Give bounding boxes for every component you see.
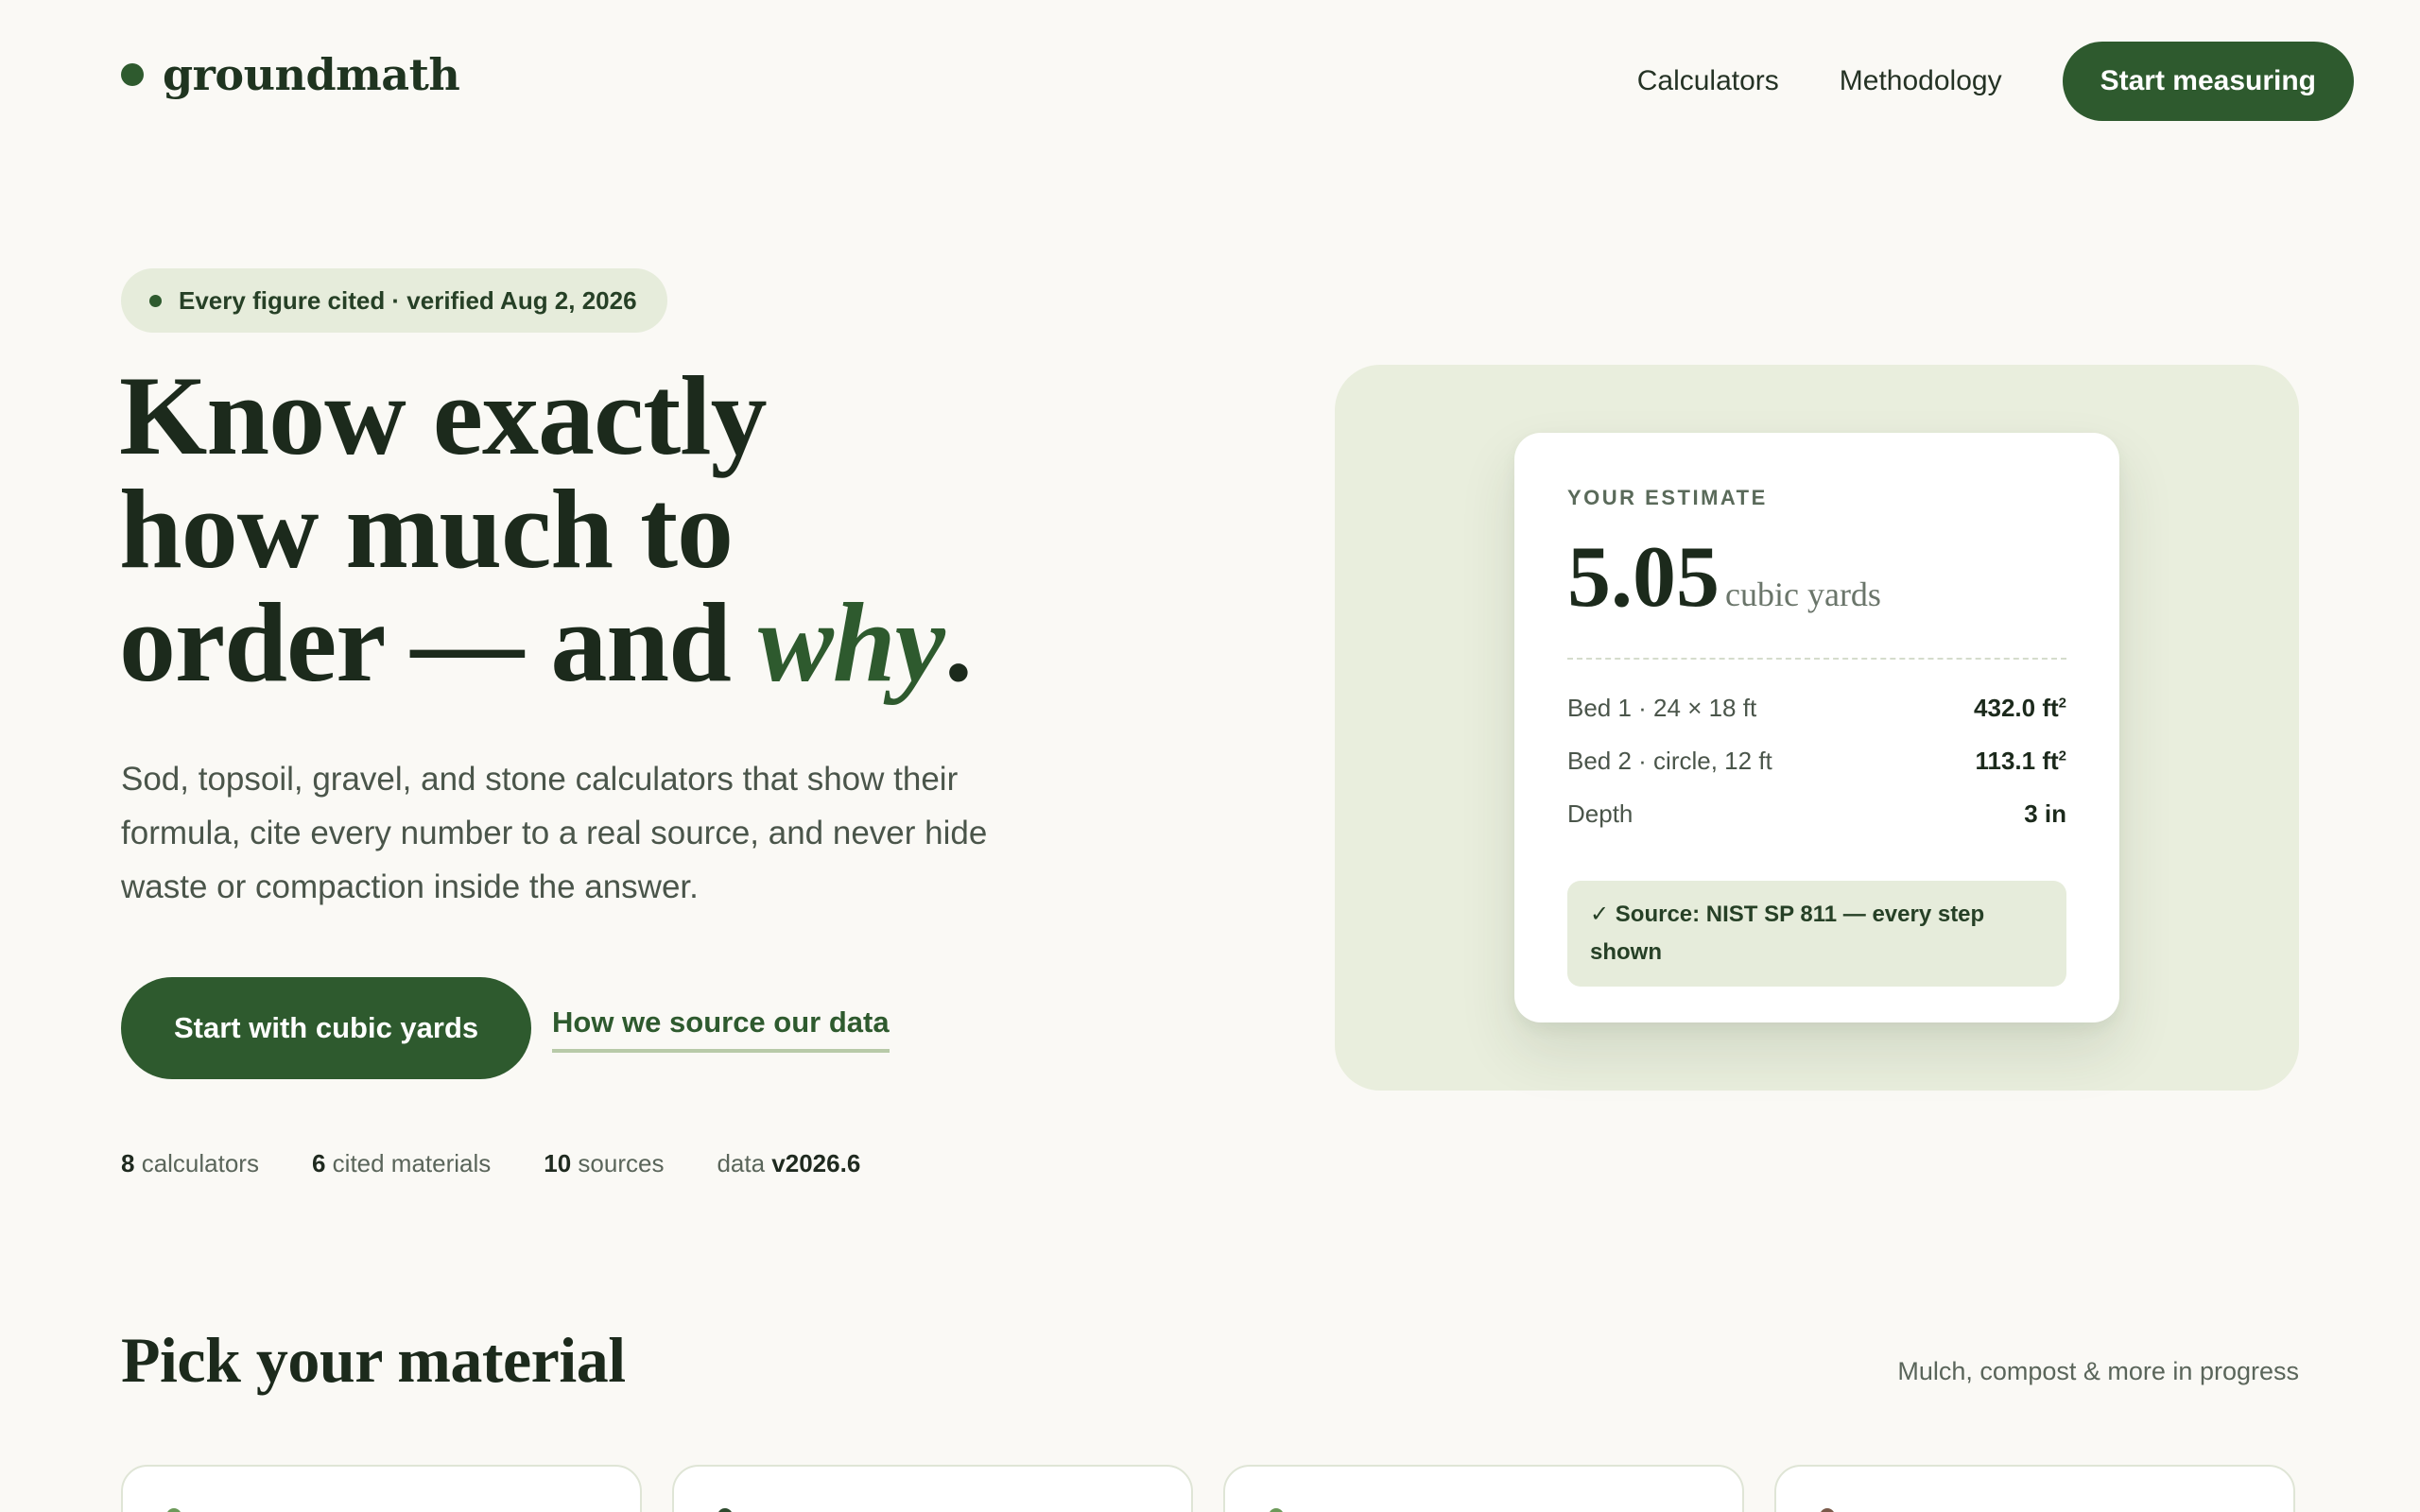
estimate-source-note: ✓ Source: NIST SP 811 — every step shown [1567, 881, 2066, 987]
logo-dot-icon [121, 63, 144, 86]
material-dot-icon [717, 1508, 733, 1512]
estimate-label: YOUR ESTIMATE [1567, 486, 1768, 509]
hero-headline: Know exactly how much to order — and why… [119, 359, 1159, 699]
hero-visual-panel: YOUR ESTIMATE 5.05 cubic yards Bed 1 · 2… [1335, 365, 2299, 1091]
material-card[interactable] [1774, 1465, 2295, 1512]
data-sourcing-link[interactable]: How we source our data [552, 1005, 890, 1053]
estimate-row-bed-1: Bed 1 · 24 × 18 ft 432.0 ft2 [1567, 694, 2066, 722]
stat-data-version: data v2026.6 [717, 1149, 861, 1177]
top-nav: Calculators Methodology Start measuring [1637, 42, 2354, 121]
section-title: Pick your material [121, 1324, 626, 1396]
badge-dot-icon [149, 294, 162, 307]
badge-text: Every figure cited · verified Aug 2, 202… [179, 285, 637, 315]
headline-period: . [943, 579, 973, 705]
start-measuring-button[interactable]: Start measuring [2062, 42, 2354, 121]
material-dot-icon [1820, 1508, 1835, 1512]
hero-description: Sod, topsoil, gravel, and stone calculat… [121, 761, 988, 905]
stat-sources: 10 sources [544, 1149, 665, 1177]
section-note: Mulch, compost & more in progress [1897, 1357, 2299, 1385]
headline-line-1: Know exactly [119, 352, 768, 478]
estimate-row-depth: Depth 3 in [1567, 799, 2066, 828]
logo[interactable]: groundmath [121, 49, 460, 100]
stat-calculators: 8 calculators [121, 1149, 259, 1177]
estimate-unit: cubic yards [1725, 576, 1881, 613]
stat-materials: 6 cited materials [311, 1149, 492, 1177]
estimate-row-bed-2: Bed 2 · circle, 12 ft 113.1 ft2 [1567, 747, 2066, 775]
start-with-cubic-yards-button[interactable]: Start with cubic yards [121, 977, 532, 1079]
page: groundmath Calculators Methodology Start… [0, 0, 2420, 1512]
estimate-value: 5.05 cubic yards [1567, 533, 2066, 620]
logo-text: groundmath [163, 49, 460, 100]
verified-badge: Every figure cited · verified Aug 2, 202… [121, 268, 667, 333]
headline-emphasis: why [757, 579, 945, 705]
headline-line-2: how much to [119, 466, 734, 592]
estimate-rows: Bed 1 · 24 × 18 ft 432.0 ft2 Bed 2 · cir… [1567, 694, 2066, 852]
material-card[interactable] [1223, 1465, 1744, 1512]
material-card[interactable] [672, 1465, 1193, 1512]
estimate-divider [1567, 658, 2066, 660]
nav-link-methodology[interactable]: Methodology [1840, 65, 2002, 97]
estimate-card: YOUR ESTIMATE 5.05 cubic yards Bed 1 · 2… [1514, 433, 2119, 1022]
material-cards [121, 1465, 2295, 1512]
material-card[interactable] [121, 1465, 642, 1512]
estimate-number: 5.05 [1567, 528, 1720, 625]
material-dot-icon [166, 1508, 182, 1512]
material-dot-icon [1269, 1508, 1284, 1512]
headline-line-3: order — and [119, 579, 758, 705]
hero-stats: 8 calculators 6 cited materials 10 sourc… [121, 1149, 913, 1178]
nav-link-calculators[interactable]: Calculators [1637, 65, 1779, 97]
